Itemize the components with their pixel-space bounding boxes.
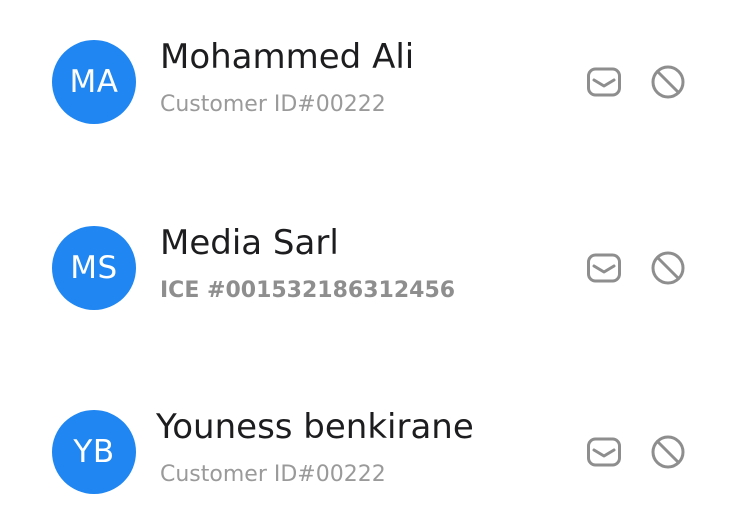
message-button[interactable] [584,248,624,288]
block-icon [651,251,685,285]
customer-name: Media Sarl [160,223,339,263]
customer-id: Customer ID#00222 [160,92,386,117]
customer-id: Customer ID#00222 [160,462,386,487]
customer-name: Youness benkirane [156,407,474,447]
customer-row[interactable]: MS Media Sarl ICE #001532186312456 [0,208,736,328]
message-icon [587,253,621,283]
message-button[interactable] [584,62,624,102]
message-icon [587,437,621,467]
avatar: YB [52,410,136,494]
customer-ice: ICE #001532186312456 [160,278,456,303]
message-icon [587,67,621,97]
message-button[interactable] [584,432,624,472]
customer-list: MA Mohammed Ali Customer ID#00222 MS Med… [0,0,736,506]
customer-row[interactable]: YB Youness benkirane Customer ID#00222 [0,392,736,506]
avatar: MS [52,226,136,310]
customer-name: Mohammed Ali [160,37,415,77]
block-icon [651,65,685,99]
block-button[interactable] [648,248,688,288]
avatar: MA [52,40,136,124]
customer-row[interactable]: MA Mohammed Ali Customer ID#00222 [0,22,736,142]
block-button[interactable] [648,62,688,102]
block-icon [651,435,685,469]
block-button[interactable] [648,432,688,472]
